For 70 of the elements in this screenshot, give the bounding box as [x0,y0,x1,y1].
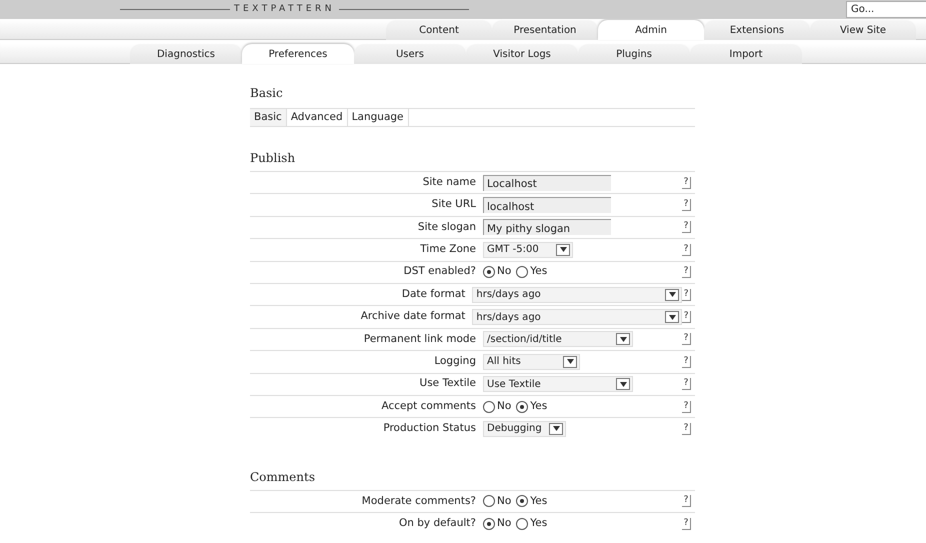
help-button[interactable]: ? [682,400,691,413]
radio-option[interactable]: Yes [516,516,548,532]
radio-option[interactable]: Yes [516,264,548,280]
help-button[interactable]: ? [682,288,691,301]
caret-icon [668,292,676,298]
page-title: Basic [250,85,283,102]
caret-icon [668,314,676,320]
logo-text: TEXTPATTERN [233,2,336,16]
radio-option[interactable]: No [483,398,512,414]
help-button[interactable]: ? [682,518,691,530]
dropdown-select[interactable]: Debugging [483,420,566,437]
dropdown-select[interactable]: hrs/days ago [472,286,682,303]
help-button[interactable]: ? [682,495,691,508]
text-field[interactable]: My pithy slogan [483,219,611,236]
radio-option[interactable]: No [483,264,512,280]
field-label: Moderate comments? [360,494,477,508]
help-button[interactable]: ? [682,176,691,189]
nav-tab[interactable]: View Site [810,20,916,40]
help-button[interactable]: ? [682,266,691,278]
help-button[interactable]: ? [682,422,691,435]
field-label: Accept comments [380,398,477,414]
nav-tab[interactable]: Visitor Logs [466,44,578,64]
jump-select[interactable]: Go... [846,1,926,18]
field-label: Logging [433,354,477,369]
section-heading: Publish [250,150,296,167]
section-heading: Comments [250,468,315,486]
nav-tab[interactable]: Users [354,44,466,64]
caret-icon [620,336,626,342]
field-label: Permanent link mode [362,332,477,347]
nav-tab[interactable]: Extensions [704,20,810,40]
field-label: Production Status [382,421,477,436]
preference-tab[interactable]: Basic [250,109,287,126]
field-label: DST enabled? [402,264,477,280]
field-label: Site slogan [416,220,477,235]
dropdown-select[interactable]: All hits [483,354,580,370]
help-button[interactable]: ? [682,221,691,234]
caret-icon [566,359,574,364]
nav-tab[interactable]: Import [690,44,802,64]
field-label: Use Textile [418,376,477,392]
nav-tab[interactable]: Content [386,20,492,40]
dropdown-select[interactable]: Use Textile [483,376,633,392]
help-button[interactable]: ? [682,378,691,390]
field-label: Time Zone [419,242,477,257]
field-label: Date format [400,286,466,302]
nav-tab[interactable]: Admin [598,20,704,40]
help-button[interactable]: ? [682,244,691,256]
radio-option[interactable]: No [483,494,512,510]
radio-option[interactable]: No [483,516,512,532]
field-label: Site name [422,174,477,190]
dropdown-select[interactable]: hrs/days ago [472,309,682,326]
nav-tab[interactable]: Preferences [242,44,354,64]
dropdown-select[interactable]: GMT -5:00 [483,242,573,258]
field-label: Site URL [430,197,477,212]
help-button[interactable]: ? [682,199,691,212]
help-button[interactable]: ? [682,311,691,324]
field-label: Archive date format [360,309,466,324]
text-field[interactable]: localhost [483,197,611,214]
dropdown-select[interactable]: /section/id/title [483,331,633,348]
help-button[interactable]: ? [682,356,691,368]
caret-icon [552,426,560,432]
text-field[interactable]: Localhost [483,174,611,191]
field-label: On by default? [398,516,477,531]
help-button[interactable]: ? [682,333,691,346]
radio-option[interactable]: Yes [516,494,548,510]
nav-tab[interactable]: Diagnostics [130,44,242,64]
nav-tab[interactable]: Plugins [578,44,690,64]
radio-option[interactable]: Yes [516,398,548,414]
caret-icon [560,247,566,252]
caret-icon [620,382,626,387]
nav-tab[interactable]: Presentation [492,20,598,40]
